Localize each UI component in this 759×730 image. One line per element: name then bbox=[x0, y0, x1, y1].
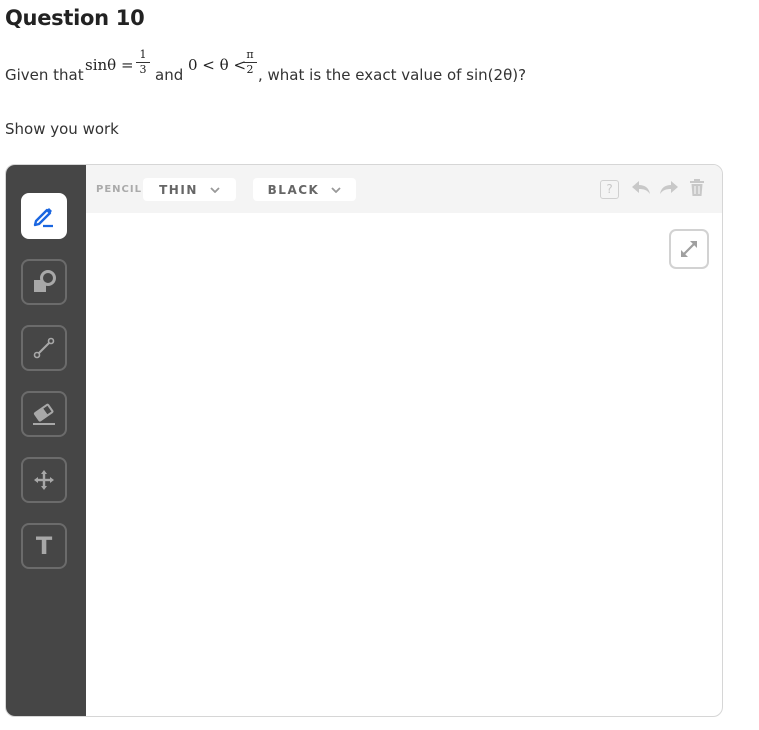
eraser-icon bbox=[33, 403, 55, 425]
question-prefix: Given that bbox=[5, 66, 84, 84]
eraser-tool-button[interactable] bbox=[21, 391, 67, 437]
question-text: Given that sinθ = 1 3 and 0 < θ < π 2 , … bbox=[5, 48, 605, 88]
pencil-icon bbox=[33, 208, 53, 228]
thickness-dropdown[interactable]: THIN bbox=[143, 178, 236, 201]
chevron-down-icon bbox=[210, 186, 220, 193]
instruction-text: Show you work bbox=[5, 120, 119, 138]
line-tool-button[interactable] bbox=[21, 325, 67, 371]
color-dropdown[interactable]: BLACK bbox=[253, 178, 356, 201]
shapes-icon bbox=[34, 270, 56, 292]
question-suffix: , what is the exact value of sin(2θ)? bbox=[258, 66, 527, 84]
line-icon bbox=[33, 337, 55, 359]
text-tool-button[interactable]: T bbox=[21, 523, 67, 569]
shapes-tool-button[interactable] bbox=[21, 259, 67, 305]
fraction-numerator: 1 bbox=[136, 48, 150, 63]
question-and: and bbox=[155, 66, 184, 84]
chevron-down-icon bbox=[331, 186, 341, 193]
fraction-denominator: 3 bbox=[139, 63, 147, 76]
redo-icon[interactable] bbox=[659, 180, 679, 196]
tool-sidebar: T bbox=[6, 165, 86, 716]
thickness-value: THIN bbox=[159, 182, 198, 197]
fraction-pi-over-two: π 2 bbox=[243, 48, 257, 77]
undo-icon[interactable] bbox=[631, 180, 651, 196]
current-tool-label: PENCIL bbox=[96, 184, 142, 195]
color-value: BLACK bbox=[267, 182, 320, 197]
drawing-toolbar: PENCIL THIN BLACK ? bbox=[86, 165, 722, 213]
move-tool-button[interactable] bbox=[21, 457, 67, 503]
help-icon[interactable]: ? bbox=[600, 180, 619, 199]
text-icon: T bbox=[35, 532, 53, 560]
fraction-one-third: 1 3 bbox=[136, 48, 150, 77]
math-sin-theta: sinθ = bbox=[85, 56, 134, 74]
drawing-board: T PENCIL THIN BLACK ? bbox=[5, 164, 723, 717]
pencil-tool-button[interactable] bbox=[21, 193, 67, 239]
page-title: Question 10 bbox=[5, 6, 145, 30]
fraction-numerator: π bbox=[243, 48, 257, 63]
math-inequality: 0 < θ < bbox=[188, 56, 247, 74]
fraction-denominator: 2 bbox=[246, 63, 254, 76]
drawing-canvas[interactable] bbox=[86, 213, 722, 716]
move-icon bbox=[34, 470, 54, 490]
trash-icon[interactable] bbox=[689, 179, 705, 197]
